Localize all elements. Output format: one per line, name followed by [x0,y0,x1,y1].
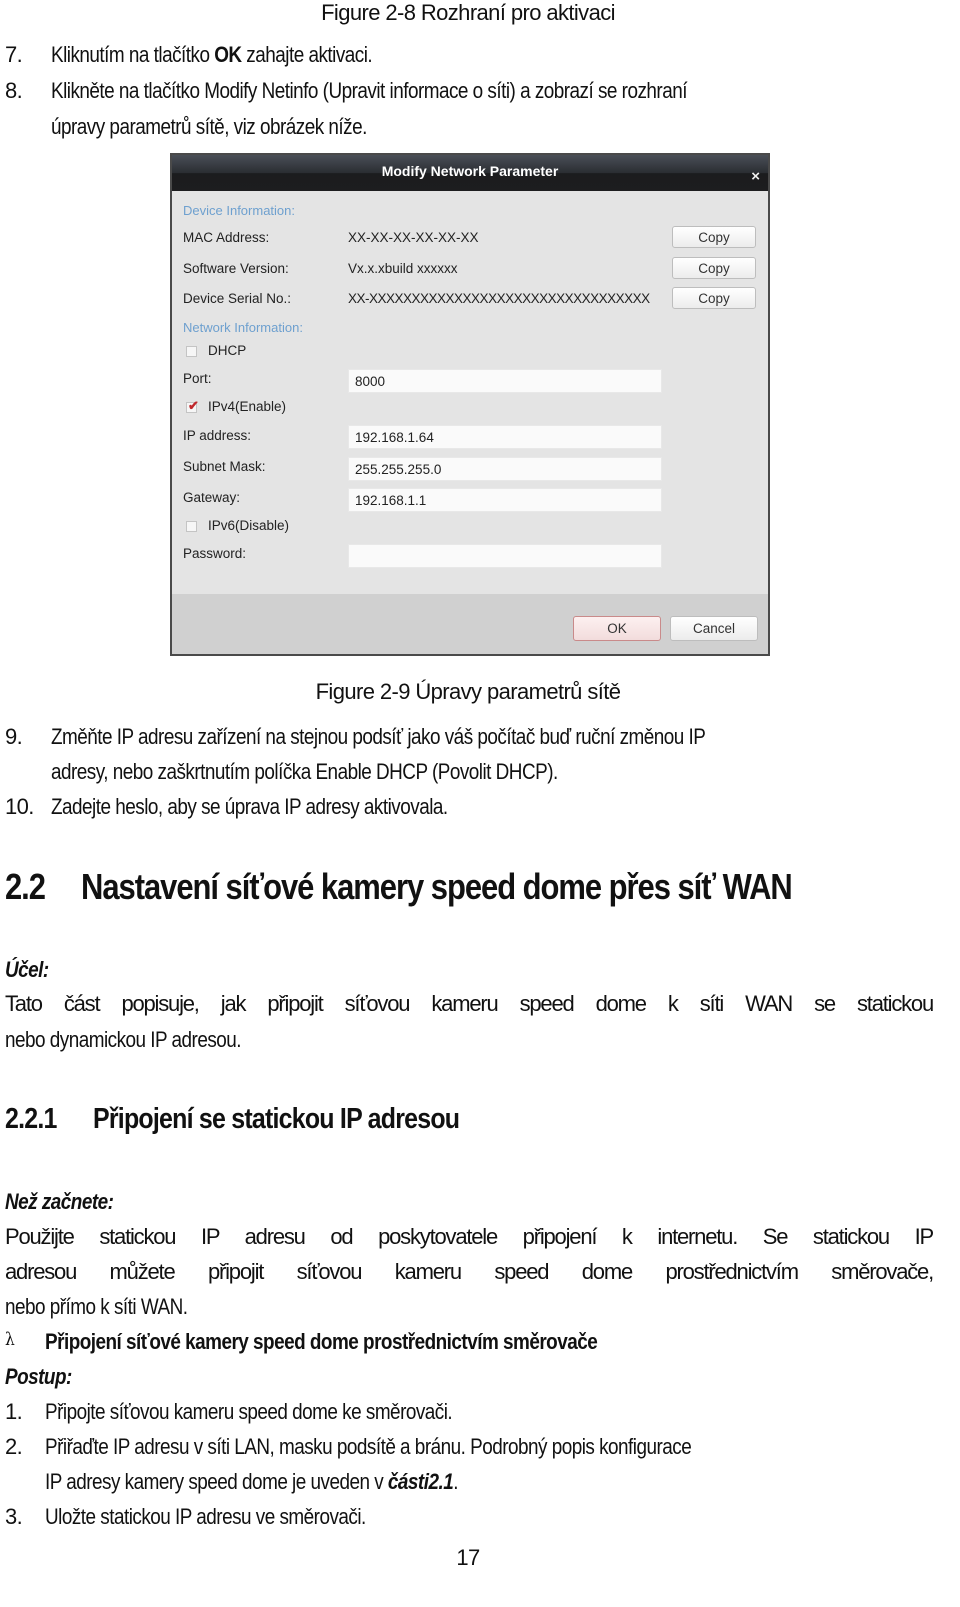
modify-network-parameter-dialog: Modify Network Parameter × Device Inform… [170,153,770,656]
mac-address-value: XX-XX-XX-XX-XX-XX [348,230,479,245]
ipv4-checkbox[interactable]: ✔ [186,398,199,413]
device-information-heading: Device Information: [183,203,295,218]
step-10-text: Zadejte heslo, aby se úprava IP adresy a… [51,794,448,819]
dhcp-label: DHCP [208,343,247,358]
step-text: Kliknutím na tlačítko [51,42,215,67]
figure-caption-2-9: Figure 2-9 Úpravy parametrů sítě [315,679,621,704]
step-number: 8. [5,78,23,103]
before-you-start-label: Než začnete: [5,1189,114,1214]
ipv4-label: IPv4(Enable) [208,399,287,414]
dialog-title: Modify Network Parameter [381,163,559,179]
subnet-mask-input[interactable] [348,457,662,481]
before-line1: Použijte statickou IP adresu od poskytov… [5,1224,934,1249]
gateway-label: Gateway: [183,490,241,505]
network-information-heading: Network Information: [183,320,303,335]
password-input[interactable] [348,544,662,568]
procedure-step-2-line2: IP adresy kamery speed dome je uveden v … [45,1469,458,1495]
dhcp-checkbox[interactable] [186,346,197,357]
password-label: Password: [183,546,247,561]
purpose-line2: nebo dynamickou IP adresou. [5,1027,242,1052]
device-serial-value: XX-XXXXXXXXXXXXXXXXXXXXXXXXXXXXXXXXX [348,291,650,306]
step-number: 1. [5,1399,23,1424]
procedure-label: Postup: [5,1364,72,1389]
copy-software-version-button[interactable]: Copy [672,257,756,279]
ok-emphasis: OK [214,42,242,67]
step-text: . [453,1469,458,1494]
section-2-2-1-title: Připojení se statickou IP adresou [93,1103,460,1135]
bullet-heading: Připojení síťové kamery speed dome prost… [45,1329,598,1354]
ip-address-input[interactable] [348,425,662,449]
ipv6-checkbox[interactable] [186,521,197,532]
mac-address-label: MAC Address: [183,230,270,245]
purpose-line1: Tato část popisuje, jak připojit síťovou… [5,991,934,1016]
close-icon[interactable]: × [751,161,760,193]
step-9-line1: Změňte IP adresu zařízení na stejnou pod… [51,724,706,749]
subnet-mask-label: Subnet Mask: [183,459,266,474]
port-input[interactable] [348,369,662,393]
port-label: Port: [183,371,212,386]
before-line2: adresou můžete připojit síťovou kameru s… [5,1259,934,1284]
step-number: 10. [5,794,34,819]
step-8-line1: Klikněte na tlačítko Modify Netinfo (Upr… [51,78,687,103]
step-text: zahajte aktivaci. [241,42,373,67]
step-number: 3. [5,1504,23,1529]
section-2-2-number: 2.2 [5,866,46,907]
ok-button[interactable]: OK [573,616,661,641]
before-line3: nebo přímo k síti WAN. [5,1294,188,1319]
procedure-step-3: Uložte statickou IP adresu ve směrovači. [45,1504,366,1529]
step-7-text: Kliknutím na tlačítko OK zahajte aktivac… [51,42,373,68]
step-number: 2. [5,1434,23,1459]
software-version-value: Vx.x.xbuild xxxxxx [348,261,458,276]
step-number: 9. [5,724,23,749]
section-2-2-title: Nastavení síťové kamery speed dome přes … [81,866,793,907]
copy-serial-button[interactable]: Copy [672,287,756,309]
purpose-label: Účel: [5,957,49,982]
gateway-input[interactable] [348,488,662,512]
ip-address-label: IP address: [183,428,252,443]
section-reference-link: části2.1 [387,1469,454,1494]
procedure-step-1: Připojte síťovou kameru speed dome ke sm… [45,1399,453,1424]
step-9-line2: adresy, nebo zaškrtnutím políčka Enable … [51,759,558,784]
section-2-2-1-number: 2.2.1 [5,1103,57,1135]
dialog-title-bar: Modify Network Parameter × [172,155,768,191]
ipv6-label: IPv6(Disable) [208,518,290,533]
software-version-label: Software Version: [183,261,289,276]
step-number: 7. [5,42,23,67]
cancel-button[interactable]: Cancel [670,616,758,641]
device-serial-label: Device Serial No.: [183,291,292,306]
step-text: IP adresy kamery speed dome je uveden v [45,1469,388,1494]
check-mark-icon: ✔ [188,398,199,413]
page-number: 17 [456,1545,480,1570]
bullet-lambda-icon: λ [5,1329,15,1350]
step-8-line2: úpravy parametrů sítě, viz obrázek níže. [51,114,367,139]
figure-caption-2-8: Figure 2-8 Rozhraní pro aktivaci [321,0,615,25]
copy-mac-button[interactable]: Copy [672,226,756,248]
procedure-step-2-line1: Přiřaďte IP adresu v síti LAN, masku pod… [45,1434,692,1459]
